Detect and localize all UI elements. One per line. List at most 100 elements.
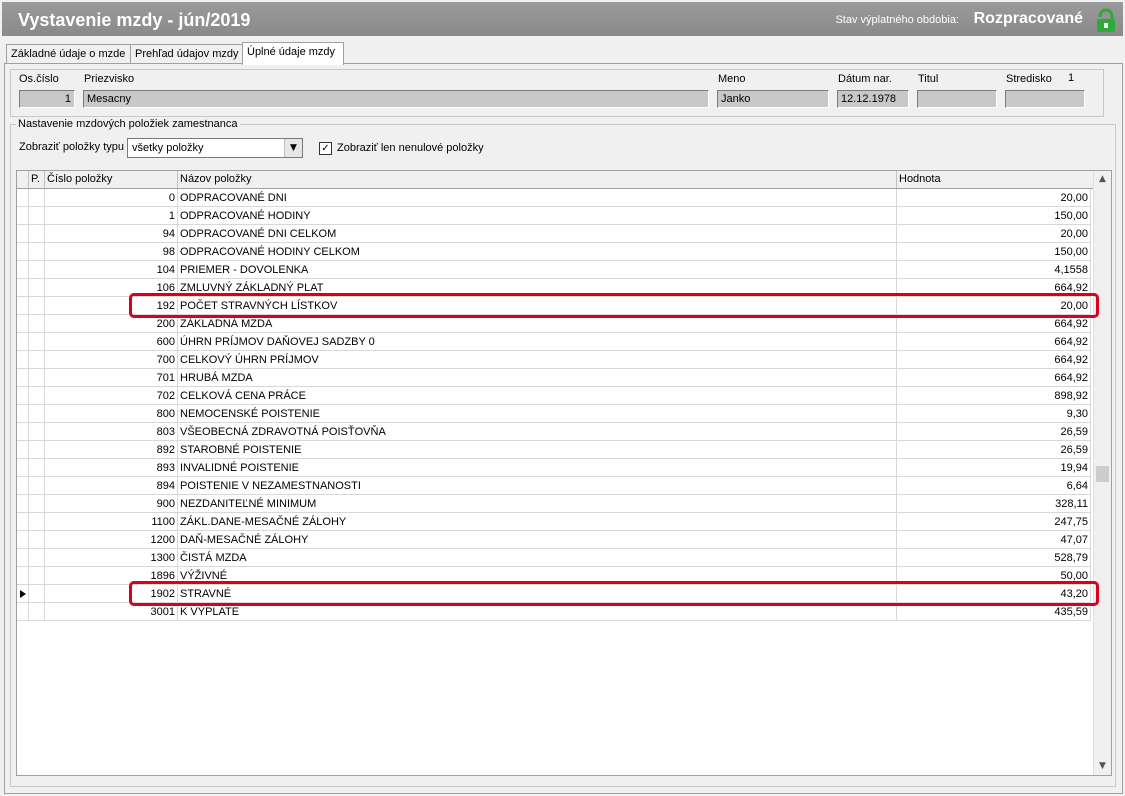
row-selector[interactable] bbox=[17, 189, 29, 207]
table-row[interactable]: 700 CELKOVÝ ÚHRN PRÍJMOV 664,92 bbox=[17, 351, 1095, 369]
cell-value[interactable]: 20,00 bbox=[897, 297, 1091, 315]
row-selector[interactable] bbox=[17, 369, 29, 387]
row-selector[interactable] bbox=[17, 585, 29, 603]
row-selector[interactable] bbox=[17, 333, 29, 351]
cell-item-number[interactable]: 1200 bbox=[45, 531, 178, 549]
scroll-up-icon[interactable]: ▲ bbox=[1094, 171, 1111, 188]
table-row[interactable]: 1 ODPRACOVANÉ HODINY 150,00 bbox=[17, 207, 1095, 225]
table-row[interactable]: 803 VŠEOBECNÁ ZDRAVOTNÁ POISŤOVŇA 26,59 bbox=[17, 423, 1095, 441]
wage-items-grid[interactable]: P. Číslo položky Názov položky Hodnota 0… bbox=[16, 170, 1112, 776]
cell-value[interactable]: 664,92 bbox=[897, 315, 1091, 333]
cell-item-name[interactable]: ODPRACOVANÉ DNI CELKOM bbox=[178, 225, 897, 243]
table-row[interactable]: 0 ODPRACOVANÉ DNI 20,00 bbox=[17, 189, 1095, 207]
cell-item-name[interactable]: NEMOCENSKÉ POISTENIE bbox=[178, 405, 897, 423]
cell-p[interactable] bbox=[29, 603, 45, 621]
cell-item-name[interactable]: K VÝPLATE bbox=[178, 603, 897, 621]
table-row[interactable]: 1902 STRAVNÉ 43,20 bbox=[17, 585, 1095, 603]
cell-p[interactable] bbox=[29, 441, 45, 459]
unlock-icon[interactable] bbox=[1093, 7, 1119, 33]
cell-item-name[interactable]: NEZDANITEĽNÉ MINIMUM bbox=[178, 495, 897, 513]
cell-item-number[interactable]: 900 bbox=[45, 495, 178, 513]
table-row[interactable]: 192 POČET STRAVNÝCH LÍSTKOV 20,00 bbox=[17, 297, 1095, 315]
cell-p[interactable] bbox=[29, 333, 45, 351]
cell-item-name[interactable]: POČET STRAVNÝCH LÍSTKOV bbox=[178, 297, 897, 315]
table-row[interactable]: 900 NEZDANITEĽNÉ MINIMUM 328,11 bbox=[17, 495, 1095, 513]
cell-p[interactable] bbox=[29, 495, 45, 513]
chevron-down-icon[interactable]: ▼ bbox=[284, 139, 302, 157]
table-row[interactable]: 894 POISTENIE V NEZAMESTNANOSTI 6,64 bbox=[17, 477, 1095, 495]
row-selector[interactable] bbox=[17, 441, 29, 459]
cell-item-name[interactable]: ZMLUVNÝ ZÁKLADNÝ PLAT bbox=[178, 279, 897, 297]
scroll-thumb[interactable] bbox=[1096, 466, 1109, 482]
cell-value[interactable]: 9,30 bbox=[897, 405, 1091, 423]
cell-item-number[interactable]: 1896 bbox=[45, 567, 178, 585]
cell-value[interactable]: 150,00 bbox=[897, 243, 1091, 261]
cell-item-name[interactable]: CELKOVÝ ÚHRN PRÍJMOV bbox=[178, 351, 897, 369]
header-p[interactable]: P. bbox=[29, 171, 45, 188]
cell-p[interactable] bbox=[29, 207, 45, 225]
tab-full-data[interactable]: Úplné údaje mzdy bbox=[242, 42, 344, 65]
cell-item-name[interactable]: ČISTÁ MZDA bbox=[178, 549, 897, 567]
cell-item-number[interactable]: 1300 bbox=[45, 549, 178, 567]
table-row[interactable]: 800 NEMOCENSKÉ POISTENIE 9,30 bbox=[17, 405, 1095, 423]
row-selector[interactable] bbox=[17, 297, 29, 315]
cell-value[interactable]: 26,59 bbox=[897, 441, 1091, 459]
cell-p[interactable] bbox=[29, 315, 45, 333]
cell-item-name[interactable]: VŠEOBECNÁ ZDRAVOTNÁ POISŤOVŇA bbox=[178, 423, 897, 441]
row-selector[interactable] bbox=[17, 405, 29, 423]
row-selector[interactable] bbox=[17, 477, 29, 495]
table-row[interactable]: 3001 K VÝPLATE 435,59 bbox=[17, 603, 1095, 621]
cell-p[interactable] bbox=[29, 387, 45, 405]
cell-item-number[interactable]: 893 bbox=[45, 459, 178, 477]
cell-p[interactable] bbox=[29, 261, 45, 279]
table-row[interactable]: 1200 DAŇ-MESAČNÉ ZÁLOHY 47,07 bbox=[17, 531, 1095, 549]
cell-item-name[interactable]: CELKOVÁ CENA PRÁCE bbox=[178, 387, 897, 405]
cell-value[interactable]: 50,00 bbox=[897, 567, 1091, 585]
row-selector[interactable] bbox=[17, 567, 29, 585]
cell-item-name[interactable]: INVALIDNÉ POISTENIE bbox=[178, 459, 897, 477]
row-selector[interactable] bbox=[17, 603, 29, 621]
tab-basic-data[interactable]: Základné údaje o mzde bbox=[6, 44, 134, 64]
cell-item-number[interactable]: 3001 bbox=[45, 603, 178, 621]
vertical-scrollbar[interactable]: ▲ ▼ bbox=[1093, 171, 1111, 775]
row-selector[interactable] bbox=[17, 243, 29, 261]
cell-value[interactable]: 26,59 bbox=[897, 423, 1091, 441]
table-row[interactable]: 600 ÚHRN PRÍJMOV DAŇOVEJ SADZBY 0 664,92 bbox=[17, 333, 1095, 351]
cell-p[interactable] bbox=[29, 369, 45, 387]
header-item-name[interactable]: Názov položky bbox=[178, 171, 897, 188]
cell-item-name[interactable]: ZÁKLADNÁ MZDA bbox=[178, 315, 897, 333]
cell-value[interactable]: 43,20 bbox=[897, 585, 1091, 603]
table-row[interactable]: 1100 ZÁKL.DANE-MESAČNÉ ZÁLOHY 247,75 bbox=[17, 513, 1095, 531]
row-selector[interactable] bbox=[17, 549, 29, 567]
cell-item-name[interactable]: STAROBNÉ POISTENIE bbox=[178, 441, 897, 459]
cell-item-number[interactable]: 892 bbox=[45, 441, 178, 459]
table-row[interactable]: 701 HRUBÁ MZDA 664,92 bbox=[17, 369, 1095, 387]
cell-item-number[interactable]: 700 bbox=[45, 351, 178, 369]
cell-item-number[interactable]: 192 bbox=[45, 297, 178, 315]
table-row[interactable]: 200 ZÁKLADNÁ MZDA 664,92 bbox=[17, 315, 1095, 333]
cell-value[interactable]: 435,59 bbox=[897, 603, 1091, 621]
table-row[interactable]: 702 CELKOVÁ CENA PRÁCE 898,92 bbox=[17, 387, 1095, 405]
cell-p[interactable] bbox=[29, 243, 45, 261]
cell-value[interactable]: 247,75 bbox=[897, 513, 1091, 531]
table-row[interactable]: 98 ODPRACOVANÉ HODINY CELKOM 150,00 bbox=[17, 243, 1095, 261]
cell-item-name[interactable]: POISTENIE V NEZAMESTNANOSTI bbox=[178, 477, 897, 495]
row-selector[interactable] bbox=[17, 351, 29, 369]
table-row[interactable]: 1300 ČISTÁ MZDA 528,79 bbox=[17, 549, 1095, 567]
nonzero-only-checkbox[interactable]: ✓ bbox=[319, 142, 332, 155]
table-row[interactable]: 1896 VÝŽIVNÉ 50,00 bbox=[17, 567, 1095, 585]
nonzero-only-label[interactable]: Zobraziť len nenulové položky bbox=[337, 142, 484, 154]
cell-value[interactable]: 328,11 bbox=[897, 495, 1091, 513]
cell-item-name[interactable]: DAŇ-MESAČNÉ ZÁLOHY bbox=[178, 531, 897, 549]
cell-p[interactable] bbox=[29, 567, 45, 585]
cell-item-name[interactable]: ODPRACOVANÉ DNI bbox=[178, 189, 897, 207]
cell-item-number[interactable]: 1902 bbox=[45, 585, 178, 603]
cell-value[interactable]: 664,92 bbox=[897, 369, 1091, 387]
cell-item-number[interactable]: 600 bbox=[45, 333, 178, 351]
row-selector[interactable] bbox=[17, 315, 29, 333]
cell-value[interactable]: 528,79 bbox=[897, 549, 1091, 567]
cell-item-number[interactable]: 98 bbox=[45, 243, 178, 261]
table-row[interactable]: 106 ZMLUVNÝ ZÁKLADNÝ PLAT 664,92 bbox=[17, 279, 1095, 297]
cell-value[interactable]: 47,07 bbox=[897, 531, 1091, 549]
cell-value[interactable]: 898,92 bbox=[897, 387, 1091, 405]
